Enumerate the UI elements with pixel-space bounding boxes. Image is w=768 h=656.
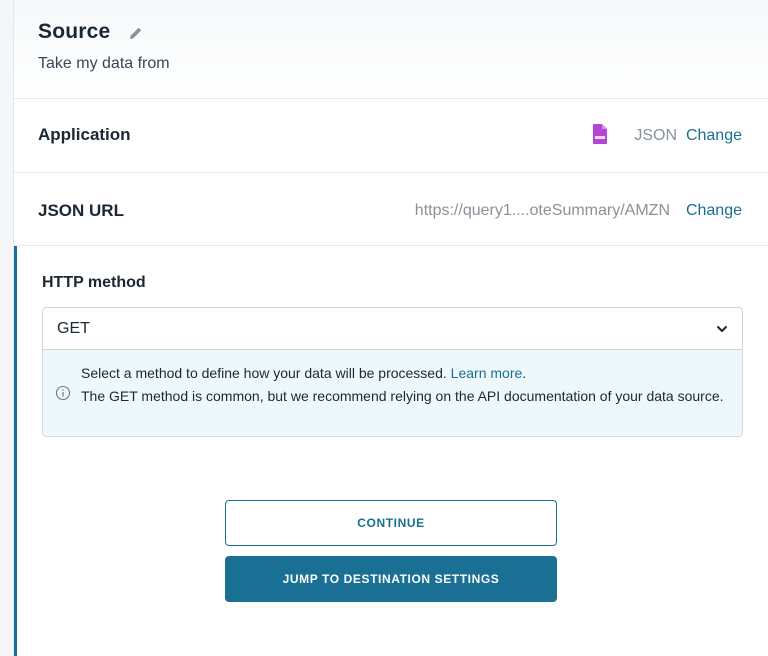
application-value: JSON — [634, 127, 677, 144]
http-method-section: HTTP method GET Select a method to defin… — [14, 246, 768, 656]
application-label: Application — [38, 125, 131, 144]
info-line-1-end: . — [522, 365, 527, 381]
json-file-icon — [593, 124, 607, 144]
continue-button[interactable]: CONTINUE — [225, 500, 557, 546]
http-method-label: HTTP method — [42, 274, 146, 291]
source-step-card: Source Take my data from Application JSO… — [13, 0, 768, 656]
http-method-selected-value: GET — [57, 320, 90, 337]
info-icon — [55, 385, 71, 401]
info-text: Select a method to define how your data … — [81, 362, 731, 408]
jump-to-destination-button[interactable]: JUMP TO DESTINATION SETTINGS — [225, 556, 557, 602]
chevron-down-icon — [717, 326, 727, 332]
source-subtitle: Take my data from — [38, 55, 170, 72]
pencil-icon[interactable] — [128, 25, 144, 41]
http-method-select[interactable]: GET — [42, 307, 743, 350]
source-header: Source Take my data from — [14, 0, 768, 99]
http-method-info-box: Select a method to define how your data … — [42, 350, 743, 437]
application-row: Application JSON Change — [14, 99, 768, 173]
json-url-label: JSON URL — [38, 201, 124, 220]
learn-more-link[interactable]: Learn more — [451, 365, 523, 381]
change-url-link[interactable]: Change — [686, 202, 742, 220]
info-line-1-text: Select a method to define how your data … — [81, 365, 447, 381]
info-line-1: Select a method to define how your data … — [81, 362, 731, 385]
change-application-link[interactable]: Change — [686, 127, 742, 145]
json-url-row: JSON URL https://query1....oteSummary/AM… — [14, 173, 768, 246]
source-title: Source — [38, 20, 111, 43]
info-line-2: The GET method is common, but we recomme… — [81, 388, 724, 404]
json-url-value: https://query1....oteSummary/AMZN — [414, 202, 670, 219]
